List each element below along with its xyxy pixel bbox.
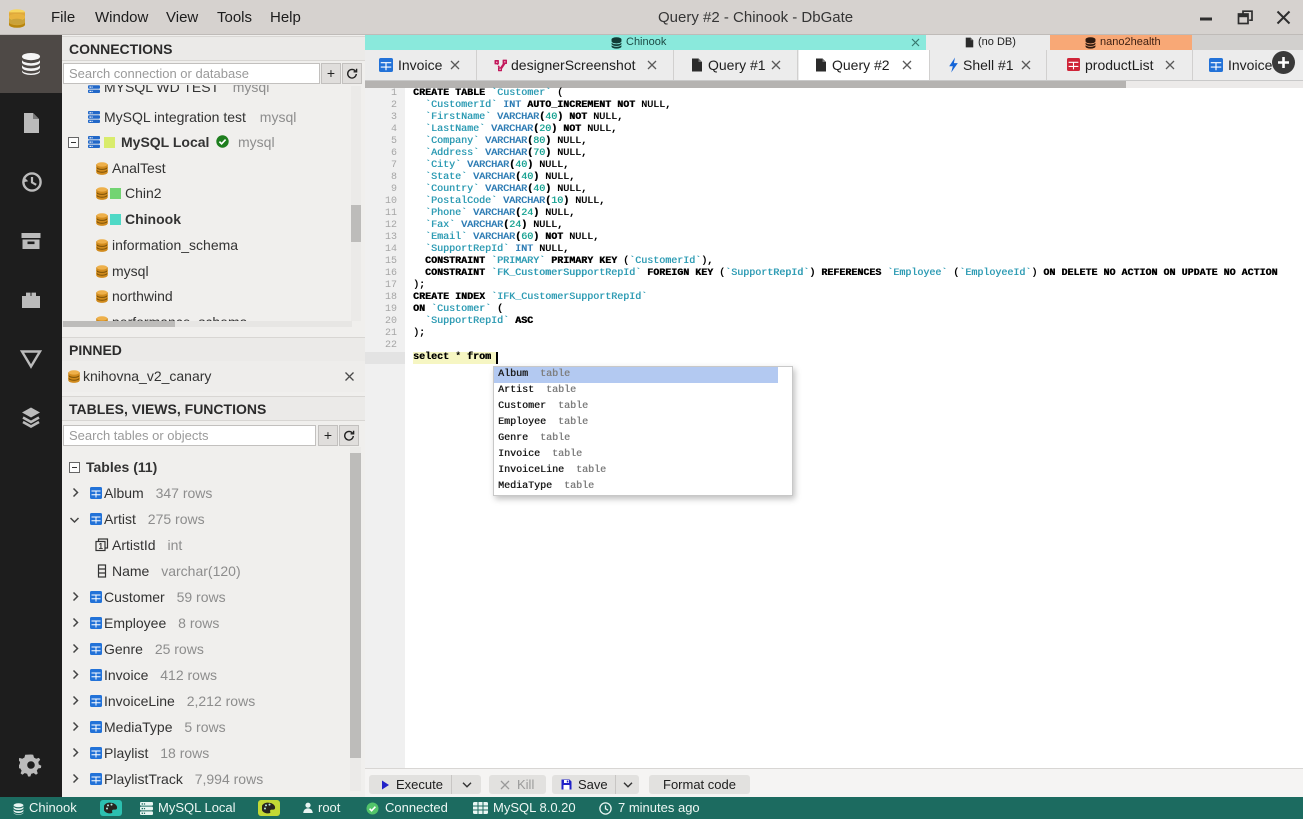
svg-text:1: 1 — [99, 542, 104, 551]
